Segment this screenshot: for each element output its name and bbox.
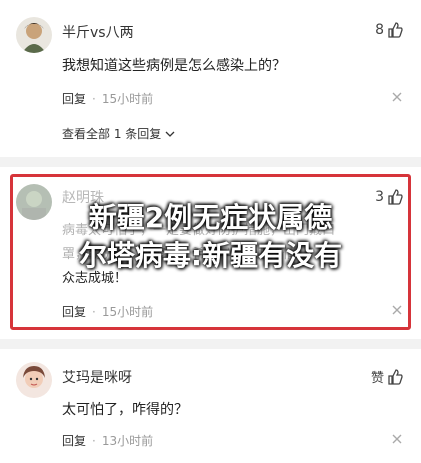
avatar[interactable] — [16, 17, 52, 53]
comment-text: 太可怕了，咋得的？ — [62, 402, 188, 418]
timestamp: 13小时前 — [101, 434, 154, 448]
overlay-headline-line1: 新疆2例无症状属德 — [88, 201, 333, 234]
close-icon[interactable] — [391, 91, 403, 103]
reply-button[interactable]: 回复 — [62, 90, 86, 107]
overlay-headline-line2: 尔塔病毒:新疆有没有 — [78, 239, 343, 272]
close-icon[interactable] — [391, 433, 403, 445]
chevron-down-icon — [165, 131, 175, 137]
comment-1: 半斤vs八两 8 我想知道这些病例是怎么感染上的？ 回复 · 15小时前 查看全… — [0, 0, 421, 155]
comment-meta: 回复 · 15小时前 — [62, 90, 153, 107]
comment-meta: 回复 · 13小时前 — [62, 432, 153, 449]
comment-text: 我想知道这些病例是怎么感染上的？ — [62, 58, 286, 74]
avatar[interactable] — [16, 362, 52, 398]
username[interactable]: 半斤vs八两 — [62, 22, 134, 42]
thumb-up-icon[interactable] — [387, 368, 403, 385]
divider — [0, 157, 421, 167]
separator-dot: · — [92, 433, 96, 448]
divider — [0, 339, 421, 349]
expand-replies-button[interactable]: 查看全部 1 条回复 — [62, 125, 175, 142]
username[interactable]: 艾玛是咪呀 — [62, 367, 132, 387]
comment-3: 艾玛是咪呀 赞 太可怕了，咋得的？ 回复 · 13小时前 — [0, 349, 421, 463]
like-count[interactable]: 8 — [375, 22, 403, 38]
thumb-up-icon[interactable] — [387, 22, 403, 38]
separator-dot: · — [92, 91, 96, 106]
reply-button[interactable]: 回复 — [62, 432, 86, 449]
like-count[interactable]: 赞 — [371, 367, 403, 386]
timestamp: 15小时前 — [101, 92, 154, 106]
